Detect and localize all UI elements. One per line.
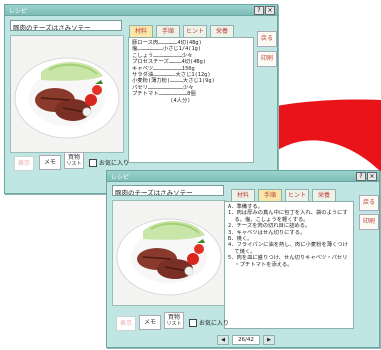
steps-panel: A．準備する。 1．肉は厚みの真ん中に包丁を入れ、袋のようにす る。塩、こしょう… <box>224 201 354 329</box>
step-line: 1．肉は厚みの真ん中に包丁を入れ、袋のようにす <box>228 210 348 217</box>
recipe-name-field[interactable]: 豚肉のチーズはさみソテー <box>10 20 122 31</box>
step-line: 5．肉を皿に盛りつけ、せん切りキャベツ・パセリ <box>228 255 348 262</box>
next-page-button[interactable]: ▶ <box>263 335 275 345</box>
tab-steps[interactable]: 手順 <box>258 189 282 201</box>
shopping-list-button[interactable]: 買物 リスト <box>164 312 184 329</box>
tab-steps[interactable]: 手順 <box>156 25 180 37</box>
memo-button[interactable]: メモ <box>39 155 61 170</box>
shopping-sublabel: リスト <box>166 321 182 327</box>
tab-nutrition[interactable]: 栄養 <box>312 189 336 201</box>
show-button: 表示 <box>116 316 136 331</box>
window-title: レシピ <box>111 174 130 181</box>
checkbox-box[interactable] <box>89 158 97 167</box>
favorite-label: お気に入り <box>99 160 130 167</box>
print-button[interactable]: 印刷 <box>257 51 277 67</box>
tab-nutrition[interactable]: 栄養 <box>210 25 234 37</box>
shopping-label: 買物 <box>67 154 80 161</box>
favorite-checkbox[interactable]: お気に入り <box>89 158 129 167</box>
help-button[interactable]: ? <box>254 6 264 15</box>
servings-note: (4人分) <box>132 97 191 104</box>
prev-page-button[interactable]: ◀ <box>217 335 229 345</box>
tab-hints[interactable]: ヒント <box>183 25 207 37</box>
close-button[interactable]: × <box>265 6 275 15</box>
favorite-checkbox[interactable]: お気に入り <box>189 318 229 327</box>
memo-button[interactable]: メモ <box>139 315 161 330</box>
tab-ingredients[interactable]: 材料 <box>129 25 153 37</box>
page-navigator: ◀ 26/42 ▶ <box>217 335 275 345</box>
shopping-label: 買物 <box>167 314 180 321</box>
window-title: レシピ <box>9 8 28 15</box>
step-line: ・プチトマトを添える。 <box>228 261 293 268</box>
back-button[interactable]: 戻る <box>257 31 277 47</box>
back-button[interactable]: 戻る <box>359 195 379 211</box>
recipe-photo <box>10 35 124 153</box>
ingredients-panel: 豚ロース肉………………4切(4Bg) 塩……………………小さじ1/4(1g) こ… <box>128 37 254 163</box>
title-bar[interactable]: レシピ ? × <box>5 5 277 16</box>
recipe-name-field[interactable]: 豚肉のチーズはさみソテー <box>112 185 224 196</box>
close-button[interactable]: × <box>367 172 377 181</box>
show-button: 表示 <box>14 156 34 171</box>
favorite-label: お気に入り <box>199 320 230 327</box>
page-number: 26/42 <box>232 335 260 345</box>
tab-strip: 材料 手順 ヒント 栄養 <box>129 25 234 37</box>
recipe-photo <box>112 200 226 306</box>
recipe-window-back: レシピ ? × 豚肉のチーズはさみソテー 材料 手順 ヒント 栄養 豚ロース肉… <box>4 4 278 194</box>
checkbox-box[interactable] <box>189 318 197 327</box>
tab-hints[interactable]: ヒント <box>285 189 309 201</box>
shopping-sublabel: リスト <box>66 161 82 167</box>
print-button[interactable]: 印刷 <box>359 214 379 230</box>
shopping-list-button[interactable]: 買物 リスト <box>64 152 84 169</box>
help-button[interactable]: ? <box>356 172 366 181</box>
tab-ingredients[interactable]: 材料 <box>231 189 255 201</box>
step-line: 4．フライパンに油を熱し、肉に小麦粉を薄くつけ <box>228 242 348 249</box>
tab-strip: 材料 手順 ヒント 栄養 <box>231 189 336 201</box>
title-bar[interactable]: レシピ ? × <box>107 171 379 182</box>
recipe-window-front: レシピ ? × 豚肉のチーズはさみソテー 材料 手順 ヒント 栄養 A．準備する <box>106 170 380 348</box>
